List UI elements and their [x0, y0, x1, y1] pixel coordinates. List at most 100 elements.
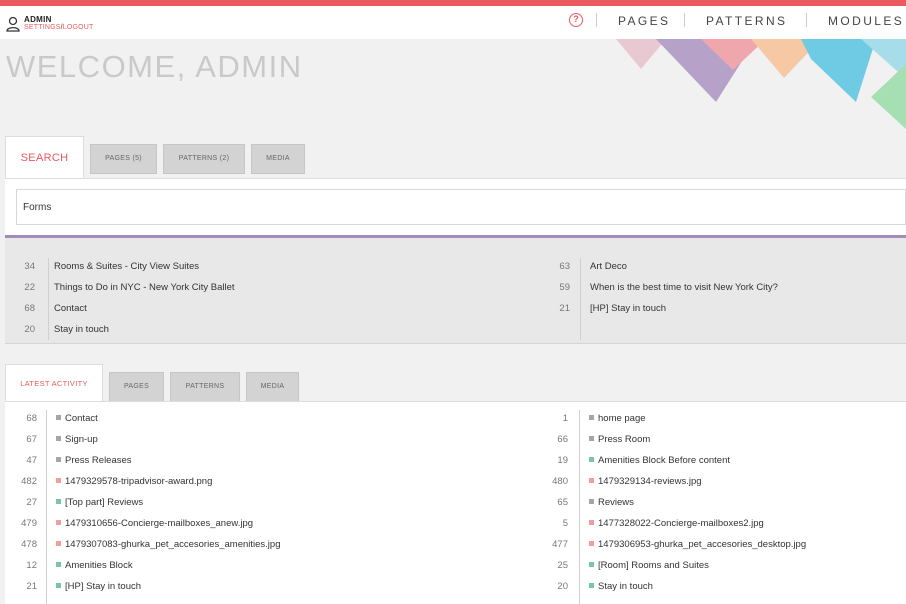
result-count: 22	[24, 282, 35, 293]
tab-latest-activity[interactable]: LATEST ACTIVITY	[5, 364, 103, 402]
activity-item[interactable]: Contact	[56, 413, 98, 424]
admin-name: ADMIN	[24, 15, 52, 24]
activity-count: 21	[26, 581, 37, 592]
welcome-heading: WELCOME, ADMIN	[6, 49, 303, 84]
media-type-icon	[56, 478, 61, 483]
page-type-icon	[56, 436, 61, 441]
result-link[interactable]: Contact	[54, 303, 87, 314]
page-type-icon	[589, 499, 594, 504]
search-input[interactable]	[16, 189, 906, 225]
activity-count: 25	[557, 560, 568, 571]
page-type-icon	[56, 415, 61, 420]
activity-panel: 68 Contact 67 Sign-up 47 Press Releases 482 147…	[5, 401, 906, 604]
activity-item[interactable]: Amenities Block	[56, 560, 133, 571]
activity-label: [Top part] Reviews	[65, 497, 144, 508]
activity-item[interactable]: 1479329134-reviews.jpg	[589, 476, 702, 487]
activity-item[interactable]: Amenities Block Before content	[589, 455, 730, 466]
activity-item[interactable]: 1479306953-ghurka_pet_accesories_desktop…	[589, 539, 806, 550]
admin-links: SETTINGS/LOGOUT	[24, 24, 94, 31]
activity-label: Press Room	[598, 434, 651, 445]
result-count: 20	[24, 324, 35, 335]
column-divider	[48, 258, 49, 340]
activity-label: home page	[598, 413, 646, 424]
activity-count: 68	[26, 413, 37, 424]
activity-label: 1479306953-ghurka_pet_accesories_desktop…	[598, 539, 807, 550]
activity-item[interactable]: [HP] Stay in touch	[56, 581, 141, 592]
header: ADMIN SETTINGS/LOGOUT ? PAGES PATTERNS M…	[0, 6, 906, 39]
activity-item[interactable]: 1479310656-Concierge-mailboxes_anew.jpg	[56, 518, 253, 529]
result-link[interactable]: Art Deco	[590, 261, 627, 272]
activity-label: Press Releases	[65, 455, 132, 466]
result-link[interactable]: Things to Do in NYC - New York City Ball…	[54, 282, 235, 293]
activity-count: 480	[552, 476, 568, 487]
media-type-icon	[589, 541, 594, 546]
activity-item[interactable]: Press Releases	[56, 455, 132, 466]
activity-label: [Room] Rooms and Suites	[598, 560, 709, 571]
nav-patterns[interactable]: PATTERNS	[706, 14, 787, 28]
activity-label: 1479310656-Concierge-mailboxes_anew.jpg	[65, 518, 254, 529]
help-icon[interactable]: ?	[569, 13, 583, 27]
tab-media[interactable]: MEDIA	[251, 144, 305, 174]
pattern-type-icon	[56, 499, 61, 504]
activity-label: Amenities Block Before content	[598, 455, 731, 466]
result-count: 68	[24, 303, 35, 314]
tab-pages[interactable]: PAGES (5)	[90, 144, 157, 174]
tab-search[interactable]: SEARCH	[5, 136, 84, 179]
activity-label: 1479307083-ghurka_pet_accesories_ameniti…	[65, 539, 281, 550]
activity-count: 27	[26, 497, 37, 508]
nav-divider	[806, 13, 807, 27]
result-link[interactable]: Rooms & Suites - City View Suites	[54, 261, 199, 272]
activity-count: 1	[562, 413, 568, 424]
logout-link[interactable]: LOGOUT	[63, 24, 94, 31]
activity-label: Reviews	[598, 497, 634, 508]
tab-activity-patterns[interactable]: PATTERNS	[170, 372, 240, 402]
activity-item[interactable]: [Top part] Reviews	[56, 497, 143, 508]
search-results: 34 Rooms & Suites - City View Suites 22 …	[5, 238, 906, 344]
activity-count: 5	[562, 518, 568, 529]
result-count: 63	[559, 261, 570, 272]
result-link[interactable]: [HP] Stay in touch	[590, 303, 666, 314]
activity-item[interactable]: Press Room	[589, 434, 650, 445]
activity-item[interactable]: Sign-up	[56, 434, 98, 445]
tab-patterns[interactable]: PATTERNS (2)	[163, 144, 245, 174]
activity-label: Contact	[65, 413, 98, 424]
activity-item[interactable]: 1479329578-tripadvisor-award.png	[56, 476, 212, 487]
activity-label: Sign-up	[65, 434, 98, 445]
activity-count: 482	[21, 476, 37, 487]
result-count: 59	[559, 282, 570, 293]
activity-item[interactable]: 1477328022-Concierge-mailboxes2.jpg	[589, 518, 764, 529]
activity-item[interactable]: home page	[589, 413, 646, 424]
nav-pages[interactable]: PAGES	[618, 14, 670, 28]
column-divider	[46, 410, 47, 604]
tab-activity-media[interactable]: MEDIA	[246, 372, 299, 402]
settings-link[interactable]: SETTINGS	[24, 24, 61, 31]
page-type-icon	[56, 457, 61, 462]
activity-count: 478	[21, 539, 37, 550]
activity-count: 65	[557, 497, 568, 508]
activity-item[interactable]: Reviews	[589, 497, 634, 508]
activity-item[interactable]: [Room] Rooms and Suites	[589, 560, 709, 571]
result-link[interactable]: Stay in touch	[54, 324, 109, 335]
pattern-type-icon	[589, 583, 594, 588]
nav-divider	[596, 13, 597, 27]
decorative-triangles	[616, 39, 906, 129]
pattern-type-icon	[589, 457, 594, 462]
nav-divider	[684, 13, 685, 27]
result-count: 34	[24, 261, 35, 272]
pattern-type-icon	[56, 562, 61, 567]
pattern-type-icon	[589, 562, 594, 567]
nav-modules[interactable]: MODULES	[828, 14, 904, 28]
activity-label: [HP] Stay in touch	[65, 581, 142, 592]
result-link[interactable]: When is the best time to visit New York …	[590, 282, 778, 293]
activity-count: 12	[26, 560, 37, 571]
activity-label: 1479329578-tripadvisor-award.png	[65, 476, 213, 487]
media-type-icon	[589, 478, 594, 483]
tab-activity-pages[interactable]: PAGES	[109, 372, 164, 402]
activity-item[interactable]: Stay in touch	[589, 581, 653, 592]
activity-label: 1477328022-Concierge-mailboxes2.jpg	[598, 518, 764, 529]
pattern-type-icon	[56, 583, 61, 588]
column-divider	[580, 258, 581, 340]
activity-count: 66	[557, 434, 568, 445]
activity-item[interactable]: 1479307083-ghurka_pet_accesories_ameniti…	[56, 539, 281, 550]
media-type-icon	[56, 520, 61, 525]
